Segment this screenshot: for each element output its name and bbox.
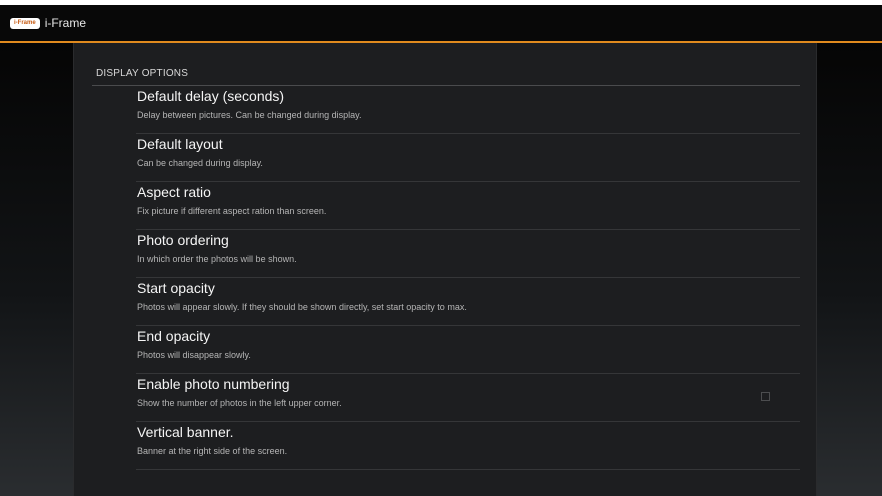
app-logo-icon[interactable]: i-Frame	[10, 17, 40, 29]
pref-summary: Show the number of photos in the left up…	[137, 398, 342, 408]
pref-summary: Can be changed during display.	[137, 158, 263, 168]
photo-numbering-checkbox[interactable]	[761, 392, 770, 401]
pref-summary: Fix picture if different aspect ration t…	[137, 206, 327, 216]
pref-aspect-ratio[interactable]: Aspect ratio Fix picture if different as…	[74, 182, 818, 230]
pref-end-opacity[interactable]: End opacity Photos will disappear slowly…	[74, 326, 818, 374]
app-logo-text: i-Frame	[14, 19, 36, 26]
background-right	[817, 43, 882, 496]
pref-summary: Photos will appear slowly. If they shoul…	[137, 302, 467, 312]
pref-title: Vertical banner.	[137, 424, 234, 440]
background-left	[0, 43, 73, 496]
pref-start-opacity[interactable]: Start opacity Photos will appear slowly.…	[74, 278, 818, 326]
pref-photo-numbering[interactable]: Enable photo numbering Show the number o…	[74, 374, 818, 422]
app-title: i-Frame	[44, 16, 87, 30]
pref-title: End opacity	[137, 328, 211, 344]
pref-title: Photo ordering	[137, 232, 229, 248]
pref-photo-ordering[interactable]: Photo ordering In which order the photos…	[74, 230, 818, 278]
pref-summary: Banner at the right side of the screen.	[137, 446, 288, 456]
pref-title: Enable photo numbering	[137, 376, 290, 392]
pref-default-layout[interactable]: Default layout Can be changed during dis…	[74, 134, 818, 182]
pref-default-delay[interactable]: Default delay (seconds) Delay between pi…	[74, 86, 818, 134]
pref-divider	[136, 469, 800, 470]
pref-title: Start opacity	[137, 280, 215, 296]
pref-summary: In which order the photos will be shown.	[137, 254, 297, 264]
preferences-panel: DISPLAY OPTIONS Default delay (seconds) …	[73, 43, 817, 496]
pref-title: Aspect ratio	[137, 184, 211, 200]
pref-title: Default delay (seconds)	[137, 88, 285, 104]
section-header: DISPLAY OPTIONS	[96, 68, 189, 79]
pref-summary: Photos will disappear slowly.	[137, 350, 251, 360]
action-bar: i-Frame i-Frame	[0, 5, 882, 41]
pref-vertical-banner[interactable]: Vertical banner. Banner at the right sid…	[74, 422, 818, 470]
pref-title: Default layout	[137, 136, 223, 152]
preferences-list: Default delay (seconds) Delay between pi…	[74, 86, 818, 470]
pref-summary: Delay between pictures. Can be changed d…	[137, 110, 362, 120]
